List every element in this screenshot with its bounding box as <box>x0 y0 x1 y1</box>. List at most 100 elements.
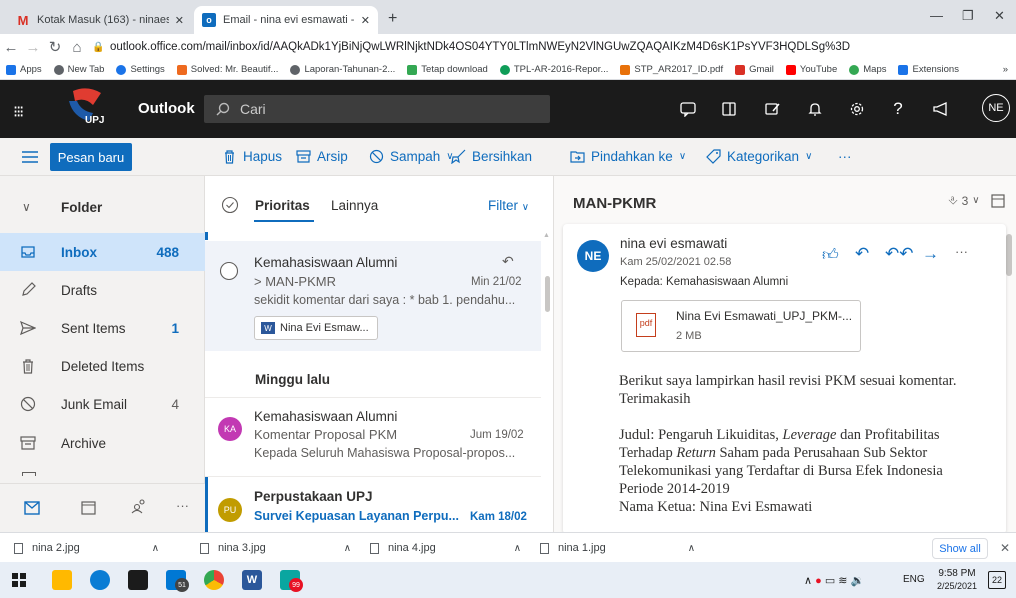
app-icon[interactable]: 99 <box>280 570 303 592</box>
bookmark-maps[interactable]: Maps <box>849 64 886 75</box>
windows-start-icon[interactable] <box>12 573 26 587</box>
close-tab-icon[interactable]: ✕ <box>361 14 370 27</box>
sender-name[interactable]: nina evi esmawati <box>620 236 727 251</box>
move-to-button[interactable]: Pindahkan ke ∨ <box>570 149 686 164</box>
clock[interactable]: 9:58 PM 2/25/2021 <box>937 567 977 593</box>
scroll-up-icon[interactable]: ▲ <box>543 232 550 239</box>
download-item[interactable]: nina 2.jpg ∧ <box>14 542 159 554</box>
download-item[interactable]: nina 3.jpg ∧ <box>200 542 351 554</box>
gear-icon[interactable] <box>848 100 866 118</box>
chevron-up-icon[interactable]: ∧ <box>514 543 521 554</box>
new-tab-button[interactable]: + <box>388 10 397 28</box>
filter-button[interactable]: Filter ∨ <box>488 198 529 213</box>
list-item[interactable]: PU Perpustakaan UPJ Survei Kepuasan Laya… <box>205 476 541 532</box>
list-item[interactable]: KA Kemahasiswaan Alumni Komentar Proposa… <box>205 397 541 473</box>
tab-gmail[interactable]: M Kotak Masuk (163) - ninaesma.n ✕ <box>8 6 192 34</box>
chevron-up-icon[interactable]: ∧ <box>688 543 695 554</box>
folder-header[interactable]: ∨ Folder <box>0 188 205 226</box>
chevron-up-icon[interactable]: ∧ <box>344 543 351 554</box>
tab-outlook[interactable]: o Email - nina evi esmawati - Outlo ✕ <box>194 6 378 34</box>
select-circle-icon[interactable] <box>219 261 239 281</box>
chrome-icon[interactable] <box>204 570 224 590</box>
select-all-icon[interactable] <box>221 196 239 214</box>
word-app-icon[interactable]: W <box>242 570 262 590</box>
close-icon[interactable]: ✕ <box>1000 541 1010 555</box>
bookmark-laporan[interactable]: Laporan-Tahunan-2... <box>290 64 395 75</box>
bookmark-overflow[interactable]: » <box>1003 64 1008 75</box>
attachment-count[interactable]: ⎀ 3 ∨ <box>948 193 980 208</box>
store-icon[interactable] <box>128 570 148 590</box>
bookmark-youtube[interactable]: YouTube <box>785 64 837 75</box>
reply-all-icon[interactable]: ↶↶ <box>885 244 914 264</box>
like-icon[interactable]: 👍︎ <box>822 246 839 265</box>
megaphone-icon[interactable] <box>932 100 950 118</box>
new-message-button[interactable]: Pesan baru <box>50 143 132 171</box>
bookmark-tetap[interactable]: Tetap download <box>407 64 488 75</box>
more-commands-button[interactable]: ··· <box>838 149 852 164</box>
url-field[interactable]: 🔒 outlook.office.com/mail/inbox/id/AAQkA… <box>92 37 922 57</box>
tab-focused[interactable]: Prioritas <box>255 198 310 213</box>
people-icon[interactable] <box>131 498 147 514</box>
forward-icon[interactable]: → <box>922 244 939 264</box>
bookmark-stp[interactable]: STP_AR2017_ID.pdf <box>620 64 723 75</box>
feedback-pen-icon[interactable] <box>764 100 782 118</box>
search-box[interactable]: Cari <box>204 95 550 123</box>
immersive-reader-icon[interactable] <box>991 194 1005 208</box>
list-item[interactable]: Kemahasiswaan Alumni ↶ > MAN-PKMR Min 21… <box>205 241 541 351</box>
system-tray[interactable]: ∧ ● ▭ ≋ 🔉 <box>804 574 864 587</box>
folder-inbox[interactable]: Inbox 488 <box>0 233 205 271</box>
bookmark-solved[interactable]: Solved: Mr. Beautif... <box>176 64 278 75</box>
notification-icon[interactable]: 22 <box>988 571 1006 589</box>
home-icon[interactable]: ⌂ <box>66 39 88 56</box>
list-scrollbar[interactable]: ▲ ▼ <box>543 232 553 532</box>
app-launcher-icon[interactable]: ⁝⁝⁝ <box>13 102 24 122</box>
chevron-up-icon[interactable]: ∧ <box>152 543 159 554</box>
bookmark-newtab[interactable]: New Tab <box>53 64 104 75</box>
categorize-button[interactable]: Kategorikan ∨ <box>706 149 812 164</box>
close-window-icon[interactable]: ✕ <box>994 8 1005 24</box>
forward-icon[interactable]: → <box>22 39 44 56</box>
office-word-icon[interactable] <box>720 100 738 118</box>
edge-icon[interactable] <box>90 570 110 590</box>
folder-deleted[interactable]: Deleted Items <box>0 347 205 385</box>
avatar[interactable]: NE <box>982 94 1010 122</box>
reply-icon[interactable]: ↶ <box>855 244 869 264</box>
reading-scroll-thumb[interactable] <box>1006 234 1012 276</box>
bookmark-apps[interactable]: Apps <box>6 64 42 75</box>
archive-button[interactable]: Arsip <box>296 149 348 164</box>
show-all-button[interactable]: Show all <box>932 538 988 559</box>
bookmark-extensions[interactable]: Extensions <box>898 64 959 75</box>
attachment-card[interactable]: pdf Nina Evi Esmawati_UPJ_PKM-... 2 MB <box>621 300 861 352</box>
reload-icon[interactable]: ↻ <box>44 38 66 56</box>
scroll-thumb[interactable] <box>545 276 550 312</box>
download-item[interactable]: nina 4.jpg ∧ <box>370 542 521 554</box>
teams-chat-icon[interactable] <box>679 100 697 118</box>
bookmark-gmail[interactable]: Gmail <box>735 64 774 75</box>
restore-icon[interactable]: ❐ <box>962 8 974 24</box>
folder-junk[interactable]: Junk Email 4 <box>0 385 205 423</box>
bookmark-settings[interactable]: Settings <box>116 64 165 75</box>
help-icon[interactable]: ? <box>889 99 907 118</box>
bell-icon[interactable] <box>806 100 824 118</box>
minimize-icon[interactable]: — <box>930 8 943 23</box>
folder-archive[interactable]: Archive <box>0 424 205 462</box>
mail-app-icon[interactable]: 51 <box>166 570 189 592</box>
calendar-icon[interactable] <box>81 500 96 515</box>
mail-icon[interactable] <box>24 501 40 515</box>
delete-button[interactable]: Hapus <box>222 149 282 164</box>
folder-drafts[interactable]: Drafts <box>0 271 205 309</box>
sweep-button[interactable]: Bersihkan <box>451 149 532 164</box>
bookmark-tpl[interactable]: TPL-AR-2016-Repor... <box>499 64 608 75</box>
download-item[interactable]: nina 1.jpg ∧ <box>540 542 695 554</box>
more-actions-icon[interactable]: ··· <box>955 244 968 259</box>
back-icon[interactable]: ← <box>0 39 22 56</box>
folder-sent[interactable]: Sent Items 1 <box>0 309 205 347</box>
attachment-chip[interactable]: W Nina Evi Esmaw... <box>254 316 378 340</box>
close-tab-icon[interactable]: ✕ <box>175 14 184 27</box>
tab-other[interactable]: Lainnya <box>331 198 378 213</box>
hamburger-icon[interactable] <box>22 150 38 164</box>
language-indicator[interactable]: ENG <box>903 574 925 585</box>
more-modules-icon[interactable]: ··· <box>176 498 189 513</box>
file-explorer-icon[interactable] <box>52 570 72 590</box>
junk-button[interactable]: Sampah ∨ <box>369 149 454 164</box>
